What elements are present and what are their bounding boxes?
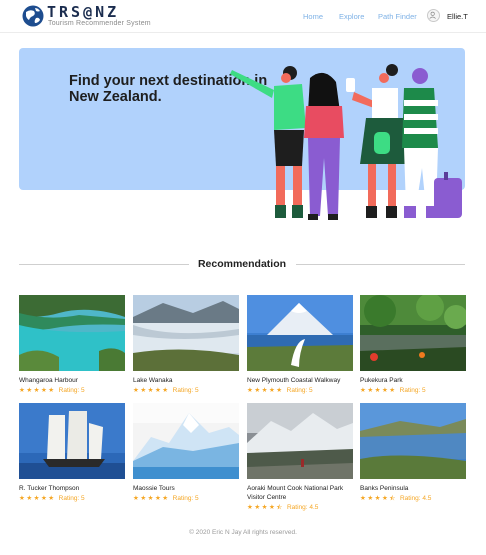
- place-name[interactable]: Aoraki Mount Cook National Park Visitor …: [247, 484, 353, 502]
- place-photo[interactable]: [19, 295, 125, 371]
- star-rating: ★★★★⯪ Rating: 4.5: [360, 495, 466, 503]
- place-card[interactable]: Banks Peninsula ★★★★⯪ Rating: 4.5: [360, 403, 466, 503]
- place-name[interactable]: Whangaroa Harbour: [19, 376, 125, 385]
- place-photo[interactable]: [247, 403, 353, 479]
- place-card[interactable]: Pukekura Park ★★★★★ Rating: 5: [360, 295, 466, 395]
- top-header: TRS@NZ Tourism Recommender System Home E…: [0, 0, 486, 33]
- nav-path-finder-link[interactable]: Path Finder: [378, 12, 417, 21]
- place-photo[interactable]: [247, 295, 353, 371]
- star-rating: ★★★★★ Rating: 5: [360, 387, 466, 395]
- place-name[interactable]: R. Tucker Thompson: [19, 484, 125, 493]
- place-photo[interactable]: [133, 295, 239, 371]
- rating-label: Rating: 4.5: [399, 495, 432, 502]
- place-photo[interactable]: [133, 403, 239, 479]
- place-name[interactable]: Pukekura Park: [360, 376, 466, 385]
- star-rating: ★★★★★ Rating: 5: [19, 495, 125, 503]
- rating-label: Rating: 5: [58, 495, 85, 502]
- star-rating: ★★★★⯪ Rating: 4.5: [247, 504, 353, 512]
- place-card[interactable]: Lake Wanaka ★★★★★ Rating: 5: [133, 295, 239, 395]
- travelers-illustration: [230, 64, 462, 220]
- stars-icon: ★★★★★: [360, 387, 397, 394]
- star-rating: ★★★★★ Rating: 5: [247, 387, 353, 395]
- place-photo[interactable]: [360, 403, 466, 479]
- stars-icon: ★★★★★: [19, 387, 56, 394]
- place-card[interactable]: New Plymouth Coastal Walkway ★★★★★ Rating…: [247, 295, 353, 395]
- rating-label: Rating: 5: [58, 387, 85, 394]
- brand-tagline: Tourism Recommender System: [48, 20, 151, 27]
- place-photo[interactable]: [360, 295, 466, 371]
- divider-left: [19, 264, 189, 265]
- place-card[interactable]: R. Tucker Thompson ★★★★★ Rating: 5: [19, 403, 125, 503]
- divider-right: [296, 264, 465, 265]
- stars-icon: ★★★★★: [247, 387, 284, 394]
- stars-icon: ★★★★★: [19, 495, 56, 502]
- place-card[interactable]: Whangaroa Harbour ★★★★★ Rating: 5: [19, 295, 125, 395]
- user-name[interactable]: Ellie.T: [447, 12, 468, 21]
- traveler-3-figure: [346, 64, 408, 218]
- stars-icon: ★★★★★: [133, 495, 170, 502]
- traveler-1-figure: [230, 66, 306, 218]
- footer-copyright: © 2020 Eric N Jay All rights reserved.: [189, 529, 297, 536]
- recommendation-title: Recommendation: [197, 258, 287, 270]
- stars-icon: ★★★★⯪: [360, 495, 397, 502]
- place-name[interactable]: Lake Wanaka: [133, 376, 239, 385]
- nav-home-link[interactable]: Home: [303, 12, 323, 21]
- rating-label: Rating: 5: [172, 495, 199, 502]
- place-photo[interactable]: [19, 403, 125, 479]
- star-rating: ★★★★★ Rating: 5: [19, 387, 125, 395]
- user-avatar-icon[interactable]: [427, 9, 440, 22]
- place-name[interactable]: Banks Peninsula: [360, 484, 466, 493]
- place-name[interactable]: Maossie Tours: [133, 484, 239, 493]
- rating-label: Rating: 5: [286, 387, 313, 394]
- rating-label: Rating: 5: [399, 387, 426, 394]
- place-name[interactable]: New Plymouth Coastal Walkway: [247, 376, 353, 385]
- star-rating: ★★★★★ Rating: 5: [133, 495, 239, 503]
- brand-name[interactable]: TRS@NZ: [47, 5, 119, 20]
- nav-explore-link[interactable]: Explore: [339, 12, 364, 21]
- rating-label: Rating: 4.5: [286, 504, 319, 511]
- globe-logo-icon[interactable]: [22, 5, 44, 27]
- star-rating: ★★★★★ Rating: 5: [133, 387, 239, 395]
- traveler-2-figure: [304, 72, 344, 220]
- place-card[interactable]: Maossie Tours ★★★★★ Rating: 5: [133, 403, 239, 503]
- stars-icon: ★★★★★: [133, 387, 170, 394]
- traveler-4-figure: [402, 68, 462, 218]
- stars-icon: ★★★★⯪: [247, 504, 284, 511]
- rating-label: Rating: 5: [172, 387, 199, 394]
- place-card[interactable]: Aoraki Mount Cook National Park Visitor …: [247, 403, 353, 512]
